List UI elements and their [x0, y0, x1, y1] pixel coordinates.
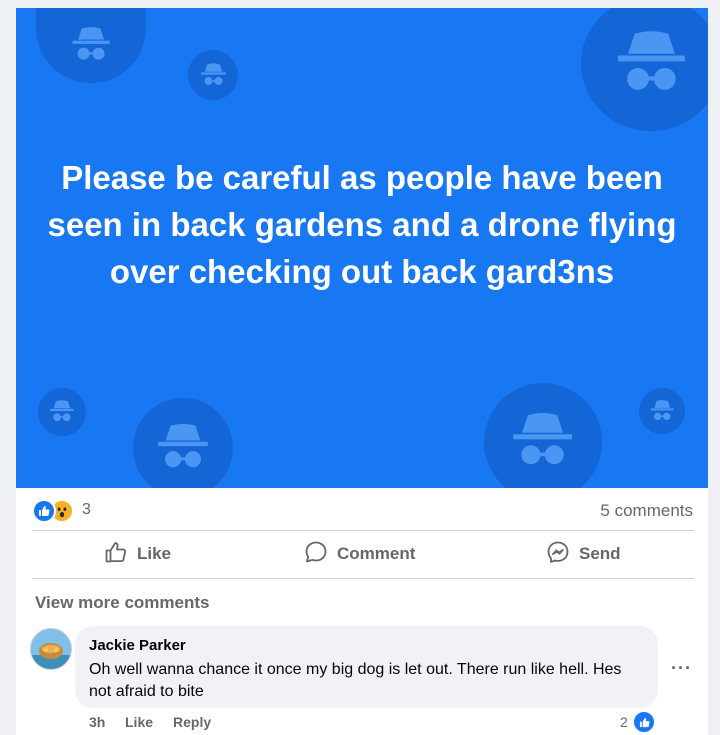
- action-bar: Like Comment Send: [16, 532, 708, 576]
- divider: [32, 530, 694, 531]
- post-card: Please be careful as people have been se…: [16, 8, 708, 735]
- like-reaction-icon: [633, 711, 655, 733]
- incognito-icon: [38, 388, 86, 436]
- reaction-count[interactable]: 3: [82, 501, 91, 519]
- messenger-icon: [546, 540, 570, 569]
- like-button-label: Like: [137, 544, 172, 563]
- comments-count[interactable]: 5 comments: [600, 501, 693, 521]
- divider: [32, 578, 694, 579]
- post-text: Please be careful as people have been se…: [47, 159, 677, 290]
- comment-author[interactable]: Jackie Parker: [89, 637, 186, 654]
- incognito-icon: [188, 50, 238, 100]
- incognito-icon: [581, 8, 708, 131]
- like-button[interactable]: Like: [104, 532, 171, 576]
- send-button-label: Send: [579, 544, 621, 563]
- incognito-icon: [133, 398, 233, 488]
- send-button[interactable]: Send: [546, 532, 621, 576]
- incognito-icon: [639, 388, 685, 434]
- comment-button[interactable]: Comment: [304, 532, 415, 576]
- more-options-icon[interactable]: ···: [671, 658, 692, 679]
- incognito-icon: [484, 383, 602, 488]
- comment-button-label: Comment: [337, 544, 416, 563]
- incognito-icon: [36, 8, 146, 83]
- comment-reaction-count[interactable]: 2: [620, 714, 628, 730]
- comment-text: Oh well wanna chance it once my big dog …: [89, 661, 622, 700]
- comment-bubble: Jackie Parker Oh well wanna chance it on…: [75, 626, 658, 708]
- avatar[interactable]: [30, 628, 72, 670]
- comment-reply-button[interactable]: Reply: [173, 714, 211, 730]
- comment-bubble-icon: [304, 540, 328, 569]
- like-reaction-icon: [32, 499, 56, 523]
- reactions-bar: 3 5 comments: [16, 496, 708, 526]
- reaction-icons[interactable]: [32, 499, 74, 523]
- comment-timestamp[interactable]: 3h: [89, 714, 105, 730]
- view-more-comments-link[interactable]: View more comments: [35, 593, 209, 613]
- thumbs-up-icon: [104, 540, 128, 569]
- post-background-banner: Please be careful as people have been se…: [16, 8, 708, 488]
- comment-like-button[interactable]: Like: [125, 714, 153, 730]
